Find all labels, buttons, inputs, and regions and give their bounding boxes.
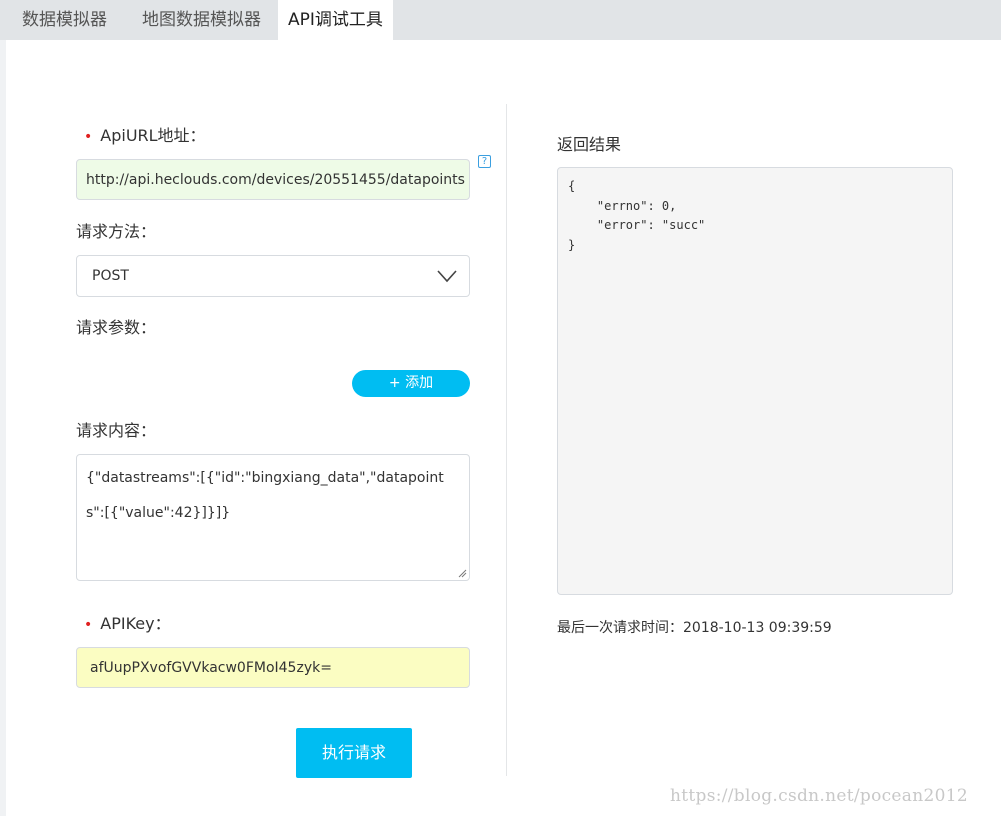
- url-label-row: • ApiURL地址：: [84, 122, 206, 146]
- url-label: ApiURL地址：: [100, 126, 206, 145]
- result-title: 返回结果: [557, 135, 622, 154]
- watermark: https://blog.csdn.net/pocean2012: [670, 786, 968, 806]
- result-content: { "errno": 0, "error": "succ" }: [568, 179, 706, 252]
- method-label: 请求方法：: [76, 222, 157, 241]
- tab-api-debug-tool[interactable]: API调试工具: [278, 0, 393, 40]
- result-panel[interactable]: { "errno": 0, "error": "succ" }: [557, 167, 953, 595]
- last-request-time: 2018-10-13 09:39:59: [683, 620, 832, 636]
- column-divider: [506, 104, 507, 776]
- request-body-textarea[interactable]: {"datastreams":[{"id":"bingxiang_data","…: [76, 454, 470, 581]
- method-select[interactable]: POST: [76, 255, 470, 297]
- add-param-button[interactable]: + 添加: [352, 370, 470, 397]
- resize-grip-icon[interactable]: [458, 569, 467, 578]
- execute-request-button[interactable]: 执行请求: [296, 728, 412, 778]
- apikey-label-row: • APIKey：: [84, 610, 171, 634]
- last-request-label: 最后一次请求时间：: [557, 620, 683, 636]
- tab-data-simulator[interactable]: 数据模拟器: [6, 0, 123, 40]
- params-label: 请求参数：: [76, 318, 157, 337]
- apikey-input[interactable]: afUupPXvofGVVkacw0FMoI45zyk=: [76, 647, 470, 688]
- last-request-info: 最后一次请求时间：2018-10-13 09:39:59: [557, 617, 832, 637]
- method-value: POST: [92, 268, 129, 284]
- chevron-down-icon: [437, 270, 457, 283]
- left-edge: [0, 40, 6, 816]
- help-icon[interactable]: ?: [478, 155, 491, 168]
- tab-bar: 数据模拟器 地图数据模拟器 API调试工具: [0, 0, 1001, 40]
- request-body-text: {"datastreams":[{"id":"bingxiang_data","…: [86, 470, 444, 521]
- required-mark: •: [84, 129, 93, 145]
- required-mark: •: [84, 617, 93, 633]
- api-url-input[interactable]: http://api.heclouds.com/devices/20551455…: [76, 159, 470, 200]
- body-label: 请求内容：: [76, 421, 157, 440]
- tab-map-data-simulator[interactable]: 地图数据模拟器: [126, 0, 277, 40]
- apikey-label: APIKey：: [100, 614, 171, 633]
